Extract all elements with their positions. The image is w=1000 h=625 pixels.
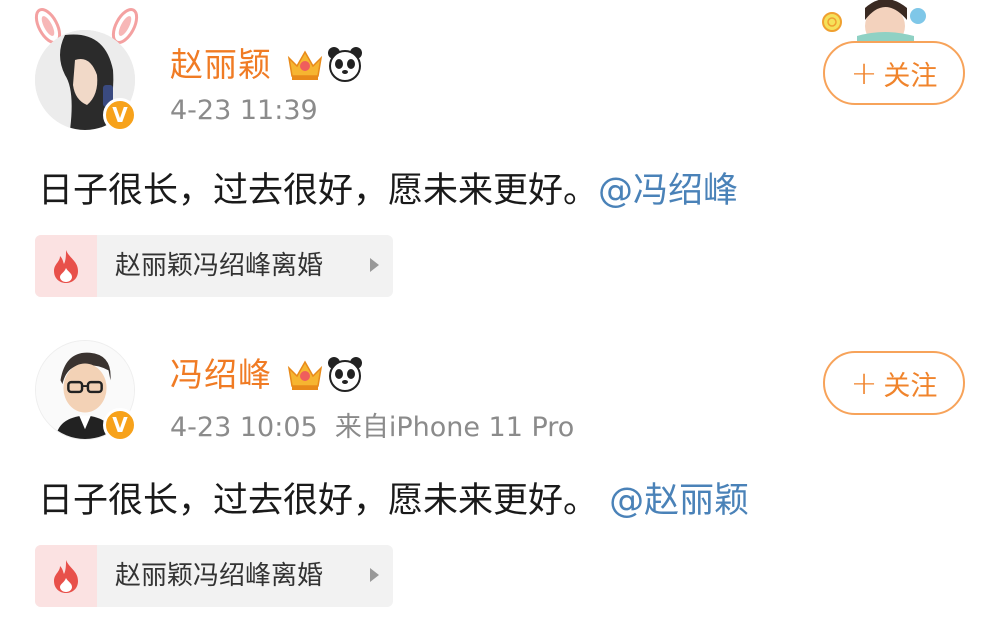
topic-label: 赵丽颖冯绍峰离婚 bbox=[115, 251, 324, 281]
chevron-right-icon bbox=[370, 568, 379, 582]
crown-icon bbox=[287, 50, 323, 80]
avatar[interactable]: V bbox=[35, 340, 137, 442]
username[interactable]: 赵丽颖 bbox=[170, 38, 272, 86]
post-timestamp: 4-23 11:39 bbox=[170, 95, 318, 126]
post-text: 日子很长，过去很好，愿未来更好。 @赵丽颖 bbox=[38, 472, 749, 523]
fire-icon bbox=[54, 560, 78, 593]
follow-button[interactable]: + 关注 bbox=[823, 41, 965, 105]
plus-icon: + bbox=[850, 54, 878, 92]
panda-icon bbox=[328, 357, 362, 392]
follow-button[interactable]: + 关注 bbox=[823, 351, 965, 415]
mention-link[interactable]: @赵丽颖 bbox=[598, 481, 749, 521]
weibo-post-2: V 冯绍峰 4-23 10:05 来自iPhone 11 Pro + 关注 日子… bbox=[0, 310, 1000, 625]
panda-icon bbox=[328, 47, 362, 82]
crown-icon bbox=[287, 360, 323, 390]
verified-badge-icon: V bbox=[103, 98, 137, 132]
chevron-right-icon bbox=[370, 258, 379, 272]
post-text: 日子很长，过去很好，愿未来更好。@冯绍峰 bbox=[38, 162, 738, 213]
post-timestamp: 4-23 10:05 来自iPhone 11 Pro bbox=[170, 412, 575, 443]
post-body: 日子很长，过去很好，愿未来更好。 bbox=[38, 171, 599, 211]
weibo-post-1: V 赵丽颖 4-23 11:39 + 关注 日子很长，过去很好，愿未来更好。@冯… bbox=[0, 0, 1000, 310]
follow-label: 关注 bbox=[883, 60, 938, 92]
follow-label: 关注 bbox=[883, 370, 938, 402]
fire-icon bbox=[54, 250, 78, 283]
topic-card[interactable]: 赵丽颖冯绍峰离婚 bbox=[35, 545, 393, 607]
plus-icon: + bbox=[850, 364, 878, 402]
topic-label: 赵丽颖冯绍峰离婚 bbox=[115, 561, 324, 591]
mention-link[interactable]: @冯绍峰 bbox=[598, 171, 738, 211]
topic-icon-box bbox=[35, 545, 97, 607]
username[interactable]: 冯绍峰 bbox=[170, 348, 272, 396]
avatar[interactable]: V bbox=[35, 30, 137, 132]
topic-icon-box bbox=[35, 235, 97, 297]
verified-badge-icon: V bbox=[103, 408, 137, 442]
topic-card[interactable]: 赵丽颖冯绍峰离婚 bbox=[35, 235, 393, 297]
post-body: 日子很长，过去很好，愿未来更好。 bbox=[38, 481, 599, 521]
